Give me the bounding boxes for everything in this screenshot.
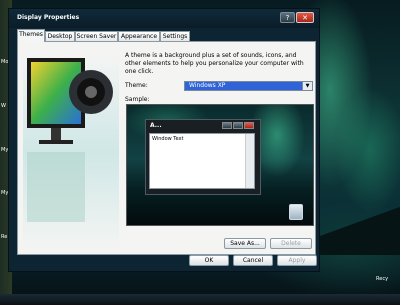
display-properties-window: Display Properties ? ✕ Themes Desktop Sc…: [8, 8, 320, 272]
close-icon: [244, 122, 254, 129]
sample-scrollbar: [245, 134, 254, 188]
sample-window-client: Window Text: [149, 133, 255, 189]
desktop-icon-label[interactable]: W: [1, 103, 6, 109]
themes-panel: A theme is a background plus a set of so…: [17, 41, 316, 255]
minimize-icon: [222, 122, 232, 129]
sample-window: A... Window Text: [145, 119, 261, 195]
sample-preview: A... Window Text: [126, 104, 314, 226]
tab-screen-saver[interactable]: Screen Saver: [75, 31, 118, 41]
close-button[interactable]: ✕: [296, 12, 314, 23]
window-title: Display Properties: [17, 14, 80, 21]
tab-themes[interactable]: Themes: [17, 29, 45, 42]
monitor-speaker-icon: [27, 58, 113, 222]
maximize-icon: [233, 122, 243, 129]
tab-settings[interactable]: Settings: [160, 31, 190, 41]
cancel-button[interactable]: Cancel: [233, 255, 273, 266]
tab-desktop[interactable]: Desktop: [45, 31, 75, 41]
sample-label: Sample:: [125, 96, 150, 103]
delete-button[interactable]: Delete: [270, 238, 312, 249]
wallpaper-mountains: [315, 205, 400, 255]
recycle-bin-desktop-label[interactable]: Recy: [376, 276, 388, 282]
desktop-icon-label[interactable]: Re: [1, 234, 7, 240]
theme-description: A theme is a background plus a set of so…: [125, 52, 304, 75]
chevron-down-icon[interactable]: ▼: [302, 82, 312, 90]
sample-window-text: Window Text: [152, 136, 184, 142]
taskbar[interactable]: [0, 294, 400, 305]
theme-label: Theme:: [125, 82, 148, 89]
tab-appearance[interactable]: Appearance: [118, 31, 160, 41]
apply-button[interactable]: Apply: [277, 255, 317, 266]
title-bar[interactable]: Display Properties ? ✕: [9, 9, 319, 28]
sample-window-title: A...: [150, 122, 162, 129]
theme-selected-value: Windows XP: [189, 82, 226, 89]
help-button[interactable]: ?: [280, 12, 295, 23]
ok-button[interactable]: OK: [189, 255, 229, 266]
recycle-bin-icon: [289, 204, 303, 220]
themes-illustration: [23, 54, 119, 250]
save-as-button[interactable]: Save As...: [224, 238, 266, 249]
theme-dropdown[interactable]: Windows XP ▼: [184, 81, 313, 91]
